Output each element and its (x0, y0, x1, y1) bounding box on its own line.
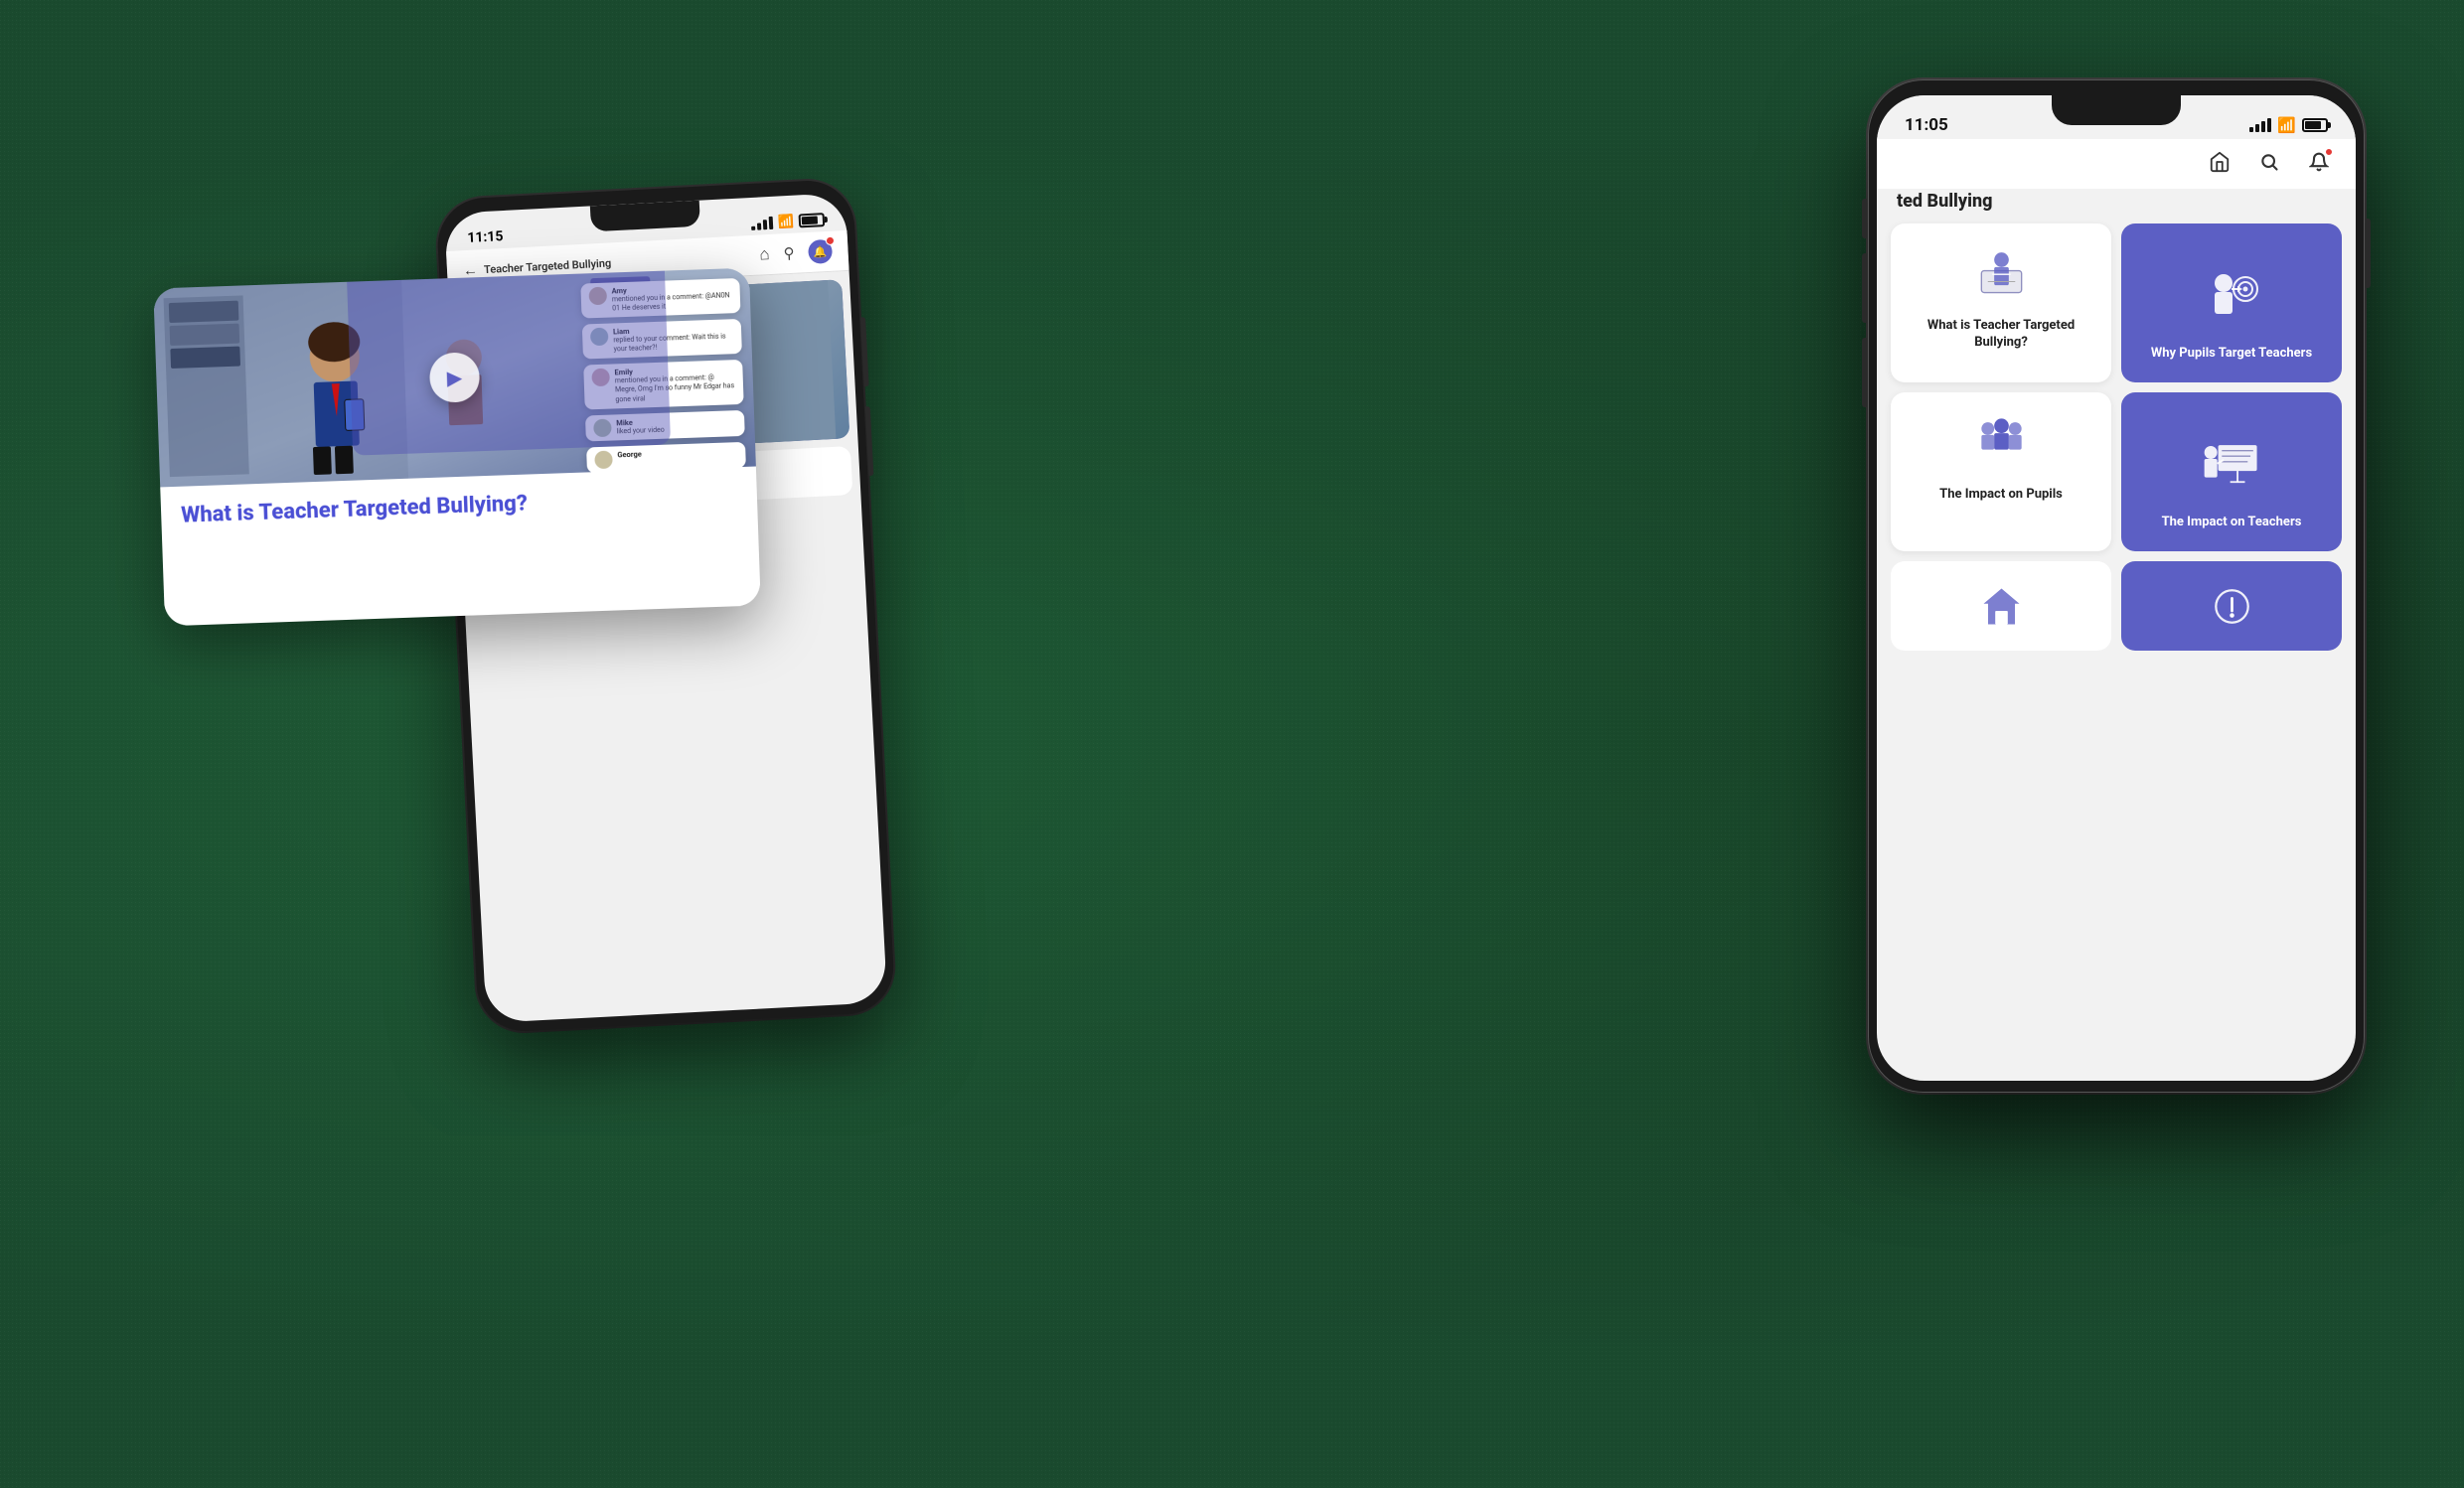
front-home-btn[interactable] (2203, 145, 2236, 179)
front-mute-switch (1862, 199, 1867, 238)
wifi-icon: 📶 (777, 214, 794, 229)
back-nav-icons: ⌂ ⚲ 🔔 (759, 239, 833, 267)
purple-overlay (346, 268, 671, 456)
front-wifi-icon: 📶 (2277, 116, 2296, 134)
card-bottom: What is Teacher Targeted Bullying? (160, 467, 761, 627)
home-icon (2209, 151, 2231, 173)
page-heading-partial: ted Bullying (1893, 189, 2340, 220)
back-time: 11:15 (467, 228, 504, 246)
question-icon (1974, 243, 2029, 298)
card-video-area: megre Amy mentioned you in a comment: @A… (153, 268, 756, 488)
front-status-icons: 📶 (2249, 116, 2328, 134)
back-status-icons: 📶 (750, 213, 825, 231)
what-is-icon-area (1891, 223, 2111, 308)
teacher-presentation-icon (2200, 433, 2264, 498)
card-main-title: What is Teacher Targeted Bullying? (181, 483, 738, 530)
front-notch (2052, 95, 2181, 125)
card-play-area: ▶ (429, 352, 481, 403)
signal-icon (750, 216, 773, 230)
notification-badge (826, 236, 835, 245)
comment-avatar-5 (594, 450, 613, 469)
front-phone-screen: 11:05 📶 (1877, 95, 2356, 1081)
front-nav-icons (2203, 145, 2336, 179)
front-phone: 11:05 📶 (1868, 79, 2365, 1093)
impact-pupils-label: The Impact on Pupils (1891, 477, 2111, 518)
page-subtitle-area: ted Bullying (1877, 189, 2356, 223)
front-time: 11:05 (1905, 115, 1948, 135)
why-pupils-card[interactable]: Why Pupils Target Teachers (2121, 223, 2342, 382)
impact-teachers-label: The Impact on Teachers (2154, 515, 2310, 535)
battery-icon (799, 213, 826, 227)
front-volume-down (1862, 338, 1867, 407)
power-button (860, 317, 869, 386)
floating-card: megre Amy mentioned you in a comment: @A… (153, 268, 761, 627)
why-pupils-icon-area (2192, 239, 2271, 346)
search-icon (2259, 152, 2279, 172)
pupils-icon (1974, 412, 2029, 467)
front-bell-btn[interactable] (2302, 145, 2336, 179)
content-grid: What is Teacher Targeted Bullying? (1877, 223, 2356, 551)
front-power-button (2366, 219, 2371, 288)
front-signal-icon (2249, 118, 2271, 132)
partial-card-white[interactable] (1891, 561, 2111, 651)
impact-teachers-card[interactable]: The Impact on Teachers (2121, 392, 2342, 551)
front-search-btn[interactable] (2252, 145, 2286, 179)
scene: 11:15 📶 ← T (0, 0, 2464, 1488)
front-top-nav (1877, 139, 2356, 189)
impact-teachers-icon-area (2190, 408, 2274, 515)
why-pupils-label: Why Pupils Target Teachers (2143, 346, 2320, 367)
home-icon[interactable]: ⌂ (759, 244, 770, 265)
target-person-icon (2202, 267, 2261, 327)
impact-pupils-card[interactable]: The Impact on Pupils (1891, 392, 2111, 551)
search-icon[interactable]: ⚲ (783, 244, 795, 263)
partial-card-purple[interactable] (2121, 561, 2342, 651)
front-battery-icon (2302, 118, 2328, 132)
partial-bottom-row (1877, 561, 2356, 661)
warning-icon (2210, 584, 2254, 629)
front-volume-up (1862, 253, 1867, 323)
volume-button (865, 406, 874, 476)
notification-icon-btn[interactable]: 🔔 (808, 239, 833, 264)
what-is-card[interactable]: What is Teacher Targeted Bullying? (1891, 223, 2111, 382)
house-icon (1979, 584, 2024, 629)
impact-pupils-icon-area (1891, 392, 2111, 477)
what-is-label: What is Teacher Targeted Bullying? (1891, 308, 2111, 366)
bell-notification-dot (2324, 147, 2334, 157)
